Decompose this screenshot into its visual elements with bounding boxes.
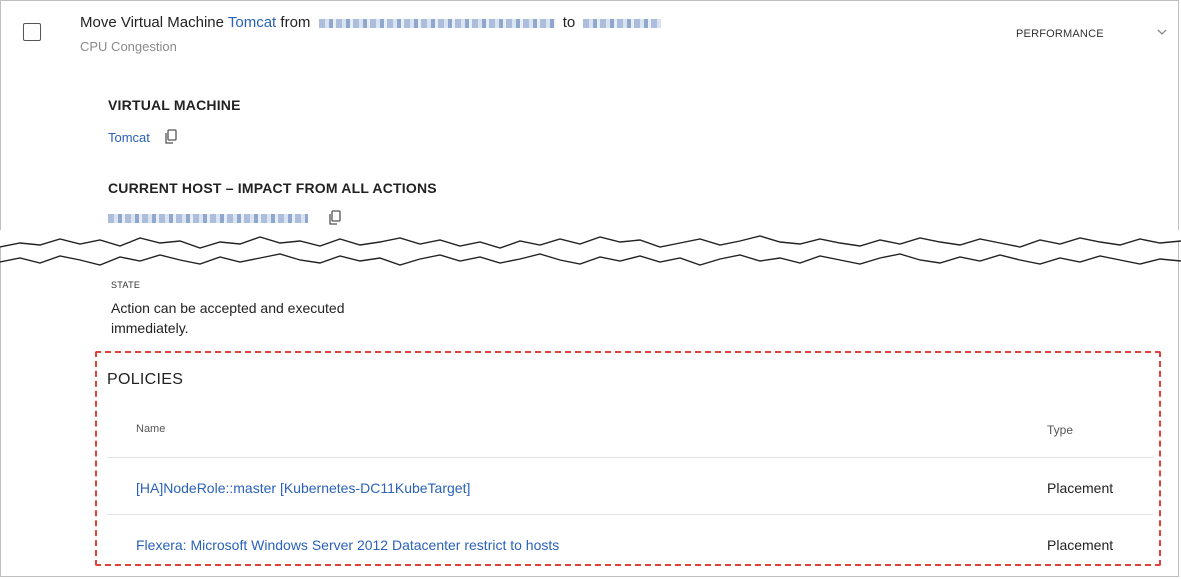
chevron-down-icon[interactable] bbox=[1156, 26, 1168, 38]
column-header-type: Type bbox=[1047, 423, 1074, 437]
policy-link[interactable]: [HA]NodeRole::master [Kubernetes-DC11Kub… bbox=[136, 480, 470, 496]
vm-row: Tomcat bbox=[108, 129, 178, 145]
action-prefix: Move Virtual Machine bbox=[80, 14, 224, 31]
policies-highlight-box bbox=[95, 351, 1161, 566]
policy-type: Placement bbox=[1047, 480, 1114, 496]
current-host-heading: CURRENT HOST – IMPACT FROM ALL ACTIONS bbox=[108, 180, 437, 196]
current-host-redacted bbox=[108, 214, 308, 224]
destination-host-redacted bbox=[583, 18, 662, 28]
current-host-row bbox=[108, 210, 342, 226]
source-host-redacted bbox=[318, 18, 555, 28]
copy-icon[interactable] bbox=[328, 210, 342, 226]
vm-section-heading: VIRTUAL MACHINE bbox=[108, 97, 241, 113]
action-subtitle: CPU Congestion bbox=[80, 39, 177, 54]
table-divider bbox=[107, 457, 1153, 458]
copy-icon[interactable] bbox=[164, 129, 178, 145]
policy-type: Placement bbox=[1047, 537, 1114, 553]
state-label: STATE bbox=[111, 280, 141, 290]
select-action-checkbox[interactable] bbox=[23, 23, 41, 41]
policies-title: POLICIES bbox=[107, 371, 184, 388]
policy-link[interactable]: Flexera: Microsoft Windows Server 2012 D… bbox=[136, 537, 559, 553]
action-category: PERFORMANCE bbox=[1016, 28, 1104, 40]
torn-edge-divider bbox=[0, 230, 1181, 266]
state-text: Action can be accepted and executed imme… bbox=[111, 300, 345, 336]
action-title: Move Virtual Machine Tomcat from to bbox=[80, 14, 665, 31]
vm-name-link[interactable]: Tomcat bbox=[228, 14, 276, 31]
table-divider bbox=[107, 514, 1153, 515]
to-label: to bbox=[562, 14, 576, 31]
from-label: from bbox=[280, 14, 311, 31]
vm-link[interactable]: Tomcat bbox=[108, 130, 150, 145]
column-header-name: Name bbox=[136, 423, 166, 435]
